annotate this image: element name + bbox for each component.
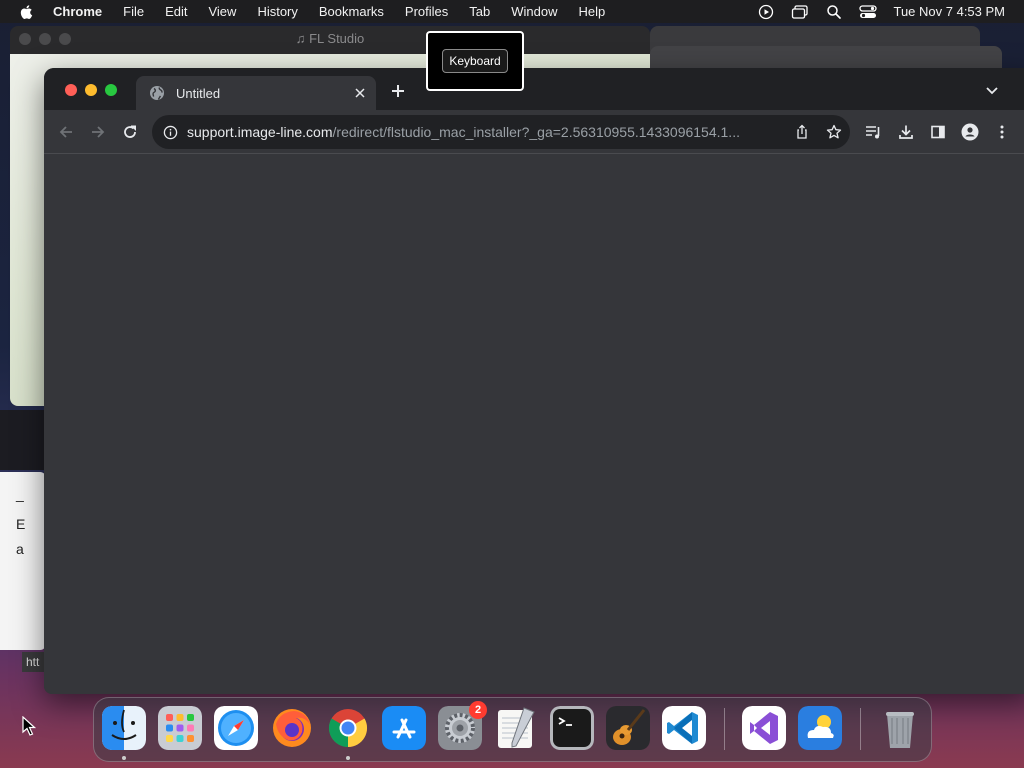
textedit-icon[interactable] (494, 706, 538, 750)
menu-help[interactable]: Help (579, 4, 606, 19)
left-window-text-2: E (16, 516, 26, 532)
left-window-text-1: _ (16, 486, 24, 502)
screen-mirroring-icon[interactable] (791, 4, 809, 20)
media-queue-icon (866, 126, 880, 139)
notification-badge: 2 (469, 701, 487, 719)
browser-toolbar: support.image-line.com/redirect/flstudio… (44, 110, 1024, 154)
weather-icon[interactable] (798, 706, 842, 750)
share-icon[interactable] (794, 124, 810, 140)
menu-profiles[interactable]: Profiles (405, 4, 448, 19)
left-window-text-3: a (16, 541, 24, 557)
terminal-icon[interactable] (550, 706, 594, 750)
minimize-window-button[interactable] (85, 84, 97, 96)
plus-icon (392, 85, 404, 97)
menu-clock[interactable]: Tue Nov 7 4:53 PM (893, 4, 1005, 19)
safari-icon[interactable] (214, 706, 258, 750)
garageband-icon[interactable] (606, 706, 650, 750)
download-icon (899, 125, 913, 139)
firefox-icon[interactable] (270, 706, 314, 750)
arrow-right-icon (92, 126, 105, 138)
side-panel-icon (931, 125, 945, 139)
screen-record-icon[interactable] (757, 4, 775, 20)
tab-title: Untitled (176, 85, 221, 101)
address-bar[interactable]: support.image-line.com/redirect/flstudio… (152, 115, 850, 149)
menu-view[interactable]: View (208, 4, 236, 19)
trash-icon[interactable] (878, 706, 922, 750)
mouse-pointer-icon (22, 716, 36, 736)
keyboard-overlay: Keyboard (426, 31, 524, 91)
menu-history[interactable]: History (257, 4, 297, 19)
close-window-button[interactable] (65, 84, 77, 96)
google-chrome-icon[interactable] (326, 706, 370, 750)
tab-search-chevron-icon[interactable] (984, 84, 1000, 98)
globe-icon (150, 86, 164, 100)
url-path: /redirect/flstudio_mac_installer?_ga=2.5… (332, 124, 740, 140)
background-window-edge (0, 410, 44, 470)
close-tab-icon[interactable] (352, 85, 368, 101)
menu-tab[interactable]: Tab (469, 4, 490, 19)
window-controls (65, 84, 117, 96)
zoom-window-button[interactable] (105, 84, 117, 96)
url-host: support.image-line.com (187, 124, 333, 140)
fl-studio-window-title: ♫ FL Studio (10, 26, 650, 52)
back-button[interactable] (56, 122, 76, 142)
dock (93, 697, 932, 762)
side-panel-button[interactable] (928, 122, 948, 142)
dock-separator (860, 708, 861, 750)
running-indicator (346, 756, 350, 760)
bookmark-star-icon[interactable] (826, 124, 842, 140)
menu-file[interactable]: File (123, 4, 144, 19)
media-controls-button[interactable] (864, 122, 884, 142)
site-info-icon[interactable] (163, 125, 178, 140)
running-indicator (122, 756, 126, 760)
visual-studio-code-icon[interactable] (662, 706, 706, 750)
menu-edit[interactable]: Edit (165, 4, 187, 19)
background-window-left[interactable]: _ E a (0, 472, 46, 650)
profile-button[interactable] (960, 122, 980, 142)
app-store-icon[interactable] (382, 706, 426, 750)
dock-separator (724, 708, 725, 750)
new-tab-button[interactable] (388, 82, 408, 102)
arrow-left-icon (59, 126, 72, 138)
fl-studio-title-text: FL Studio (309, 31, 365, 46)
menu-app-name[interactable]: Chrome (53, 4, 102, 19)
spotlight-search-icon[interactable] (825, 4, 843, 20)
web-content-area[interactable] (44, 154, 1024, 694)
status-area: Tue Nov 7 4:53 PM (757, 0, 1024, 23)
downloads-button[interactable] (896, 122, 916, 142)
finder-icon[interactable] (102, 706, 146, 750)
menu-bookmarks[interactable]: Bookmarks (319, 4, 384, 19)
forward-button[interactable] (88, 122, 108, 142)
tab-strip: Untitled (44, 68, 1024, 110)
launchpad-icon[interactable] (158, 706, 202, 750)
chrome-menu-button[interactable] (992, 122, 1012, 142)
fl-studio-app-icon: ♫ (295, 31, 310, 46)
apple-menu-icon[interactable] (19, 4, 35, 20)
profile-avatar-icon (961, 123, 979, 141)
tab-untitled[interactable]: Untitled (136, 76, 376, 110)
reload-button[interactable] (120, 122, 140, 142)
chrome-window: Untitled support.image-line.com/redirect… (44, 68, 1024, 694)
visual-studio-icon[interactable] (742, 706, 786, 750)
keyboard-key-label: Keyboard (442, 49, 508, 73)
control-center-icon[interactable] (859, 4, 878, 20)
more-vertical-icon (1000, 125, 1004, 139)
reload-icon (124, 125, 136, 138)
url-text[interactable]: support.image-line.com/redirect/flstudio… (187, 124, 783, 140)
menu-window[interactable]: Window (511, 4, 557, 19)
menu-bar: Chrome File Edit View History Bookmarks … (0, 0, 1024, 23)
